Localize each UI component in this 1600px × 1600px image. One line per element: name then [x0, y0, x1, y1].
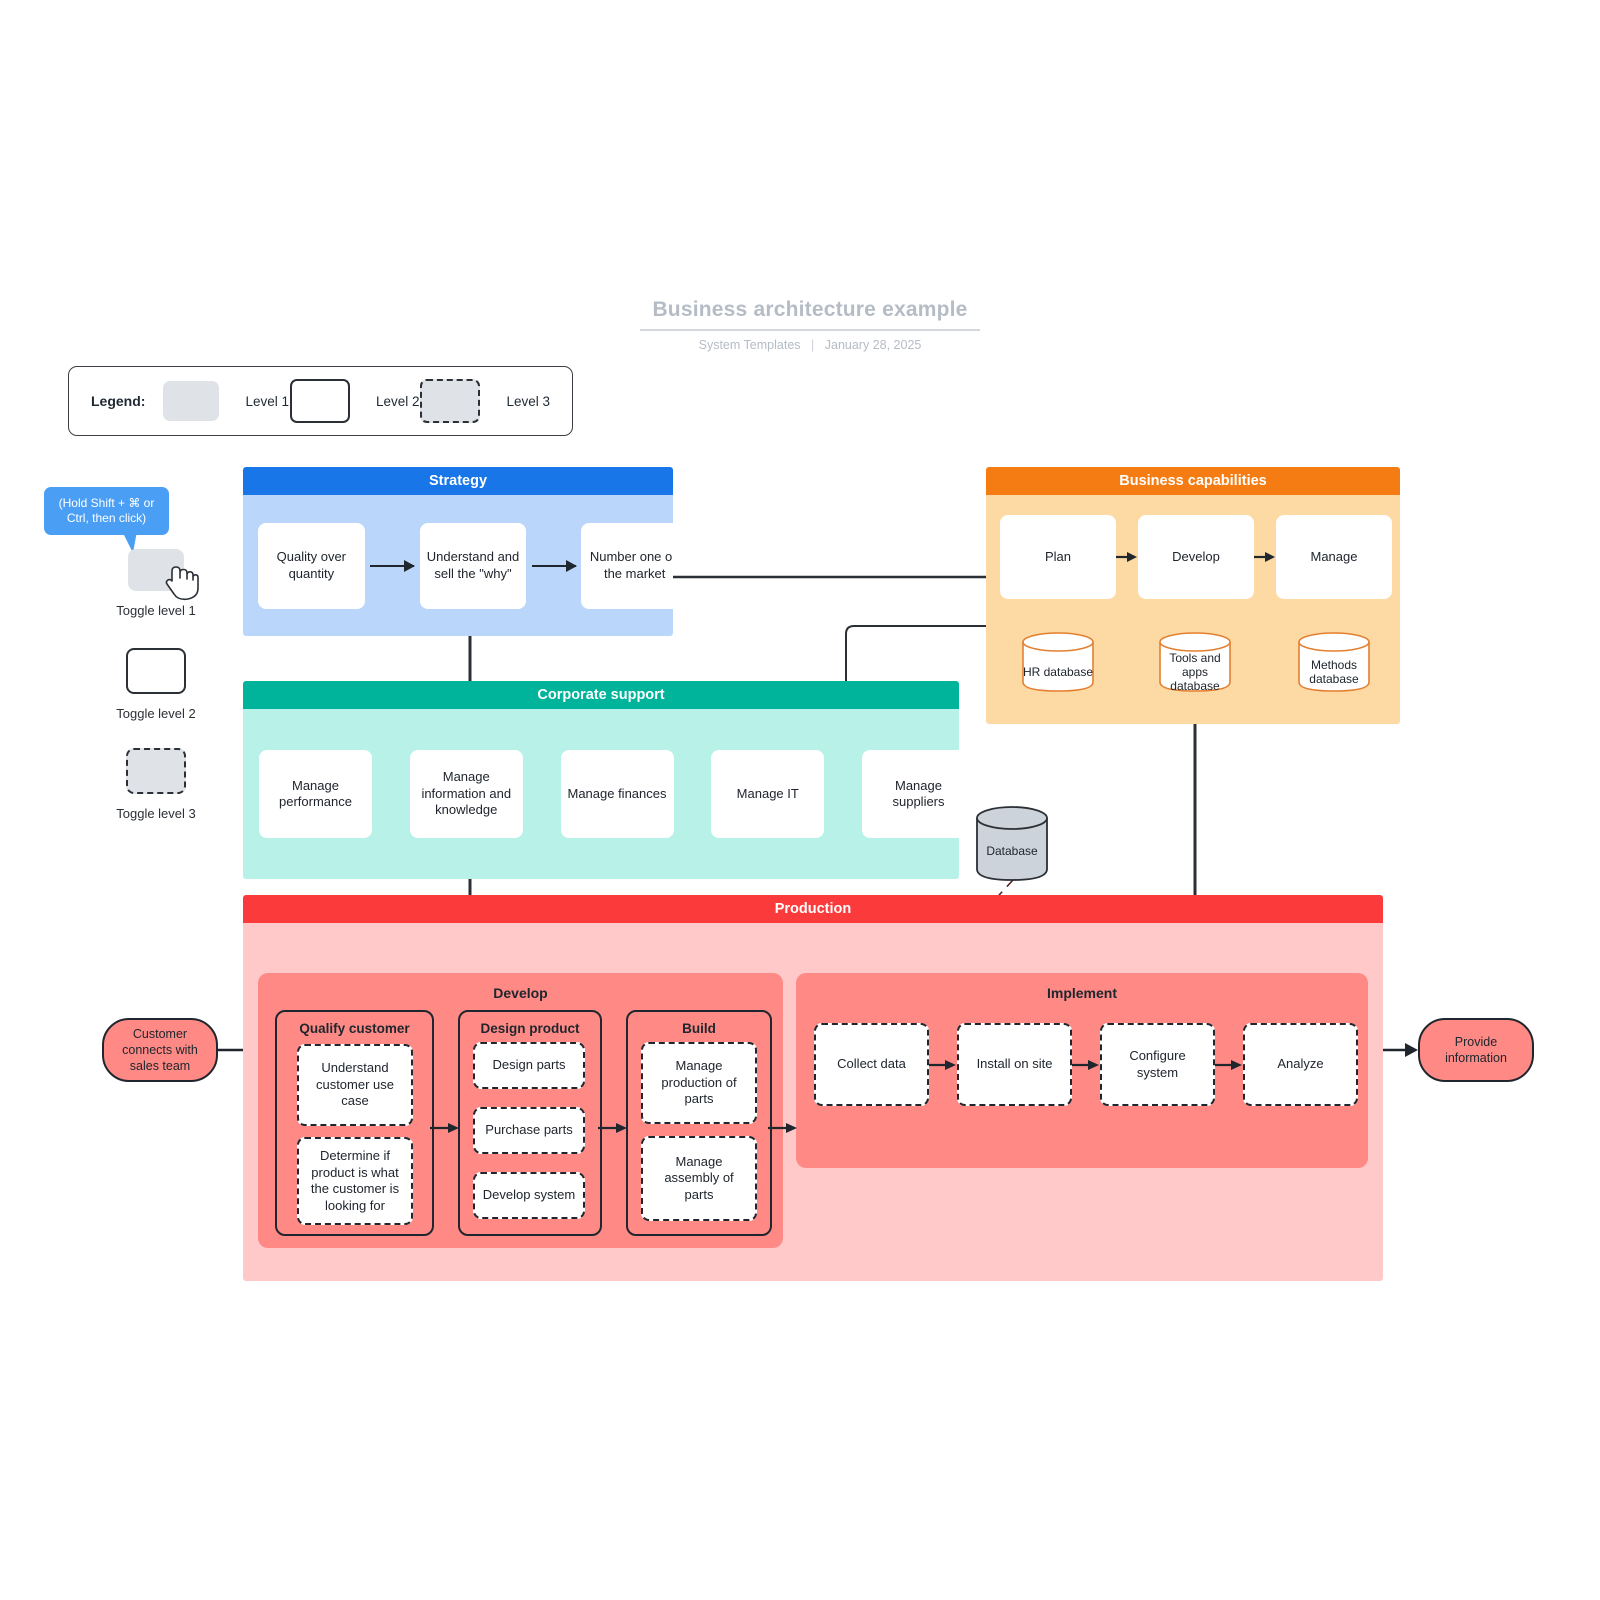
pill-customer-connects[interactable]: Customer connects with sales team: [102, 1018, 218, 1082]
arrow-develop-implement: [768, 1123, 797, 1133]
database-standalone[interactable]: Database: [975, 805, 1049, 883]
title-block: Business architecture example System Tem…: [640, 298, 980, 352]
toggle-level-3-label: Toggle level 3: [116, 806, 196, 821]
page-title: Business architecture example: [640, 298, 980, 331]
node-plan[interactable]: Plan: [1000, 515, 1116, 599]
toggle-level-1[interactable]: Toggle level 1: [81, 549, 231, 618]
node-analyze[interactable]: Analyze: [1243, 1023, 1358, 1106]
node-manage-production-of-parts[interactable]: Manage production of parts: [641, 1042, 757, 1124]
arrow-bizcap-1: [1116, 552, 1137, 562]
panel-strategy-title: Strategy: [243, 467, 673, 495]
arrow-implement-2: [1072, 1060, 1099, 1070]
node-install-on-site[interactable]: Install on site: [957, 1023, 1072, 1106]
node-collect-data[interactable]: Collect data: [814, 1023, 929, 1106]
node-purchase-parts[interactable]: Purchase parts: [473, 1107, 585, 1154]
pill-provide-information[interactable]: Provide information: [1418, 1018, 1534, 1082]
toggle-level-2-label: Toggle level 2: [116, 706, 196, 721]
node-manage[interactable]: Manage: [1276, 515, 1392, 599]
legend-label: Legend:: [91, 393, 146, 409]
hand-cursor-icon: [165, 566, 199, 601]
group-develop-title: Develop: [493, 985, 548, 1001]
group-implement-title: Implement: [1046, 985, 1117, 1001]
panel-production[interactable]: Production Develop Qualify customer Unde…: [243, 895, 1383, 1281]
diagram-canvas: Business architecture example System Tem…: [0, 0, 1600, 1600]
arrow-qualify-design: [430, 1123, 459, 1133]
database-tools-apps-label: Tools and apps database: [1169, 651, 1221, 693]
node-manage-assembly-of-parts[interactable]: Manage assembly of parts: [641, 1136, 757, 1221]
document-meta: System Templates | January 28, 2025: [640, 338, 980, 352]
node-manage-it[interactable]: Manage IT: [711, 750, 825, 838]
panel-production-title: Production: [243, 895, 1383, 923]
node-quality-over-quantity[interactable]: Quality over quantity: [258, 522, 365, 609]
database-methods-label: Methods database: [1309, 658, 1359, 686]
panel-strategy[interactable]: Strategy Quality over quantity Understan…: [243, 467, 673, 636]
legend-swatch-level-3: [420, 379, 481, 423]
node-understand-customer-use-case[interactable]: Understand customer use case: [297, 1044, 413, 1126]
subgroup-design-product-title: Design product: [480, 1021, 580, 1036]
legend-text-level-1: Level 1: [245, 393, 289, 409]
legend-swatch-level-1: [163, 381, 220, 421]
toggle-level-1-swatch[interactable]: [128, 549, 199, 601]
toggle-tooltip: (Hold Shift + ⌘ or Ctrl, then click): [44, 487, 169, 553]
document-date: January 28, 2025: [824, 338, 922, 352]
toggle-level-1-label: Toggle level 1: [116, 603, 196, 618]
node-number-one-on-market[interactable]: Number one on the market: [581, 522, 673, 609]
subgroup-design-product[interactable]: Design product Design parts Purchase par…: [458, 1010, 602, 1236]
legend-swatch-level-2: [289, 379, 350, 423]
node-configure-system[interactable]: Configure system: [1100, 1023, 1215, 1106]
arrow-implement-3: [1215, 1060, 1242, 1070]
node-develop[interactable]: Develop: [1138, 515, 1254, 599]
legend-text-level-2: Level 2: [375, 393, 420, 409]
toggle-level-3[interactable]: Toggle level 3: [81, 748, 231, 821]
toggle-level-2-swatch[interactable]: [126, 648, 186, 694]
group-implement[interactable]: Implement Collect data Install on site C…: [796, 973, 1368, 1168]
node-manage-information-knowledge[interactable]: Manage information and knowledge: [409, 750, 523, 838]
panel-strategy-body: Quality over quantity Understand and sel…: [243, 495, 673, 636]
node-develop-system[interactable]: Develop system: [473, 1172, 585, 1219]
node-manage-suppliers[interactable]: Manage suppliers: [862, 750, 959, 838]
panel-business-capabilities[interactable]: Business capabilities Plan Develop Manag…: [986, 467, 1400, 724]
subgroup-qualify-customer[interactable]: Qualify customer Understand customer use…: [275, 1010, 434, 1236]
panel-corporate-support-body: Manage performance Manage information an…: [243, 709, 959, 879]
legend-text-level-3: Level 3: [506, 393, 550, 409]
panel-business-capabilities-body: Plan Develop Manage HR database Tools an…: [986, 495, 1400, 724]
arrow-strategy-2: [526, 523, 581, 609]
toggle-level-3-swatch[interactable]: [126, 748, 186, 794]
node-manage-finances[interactable]: Manage finances: [560, 750, 674, 838]
panel-corporate-support-title: Corporate support: [243, 681, 959, 709]
node-manage-performance[interactable]: Manage performance: [259, 750, 372, 838]
panel-production-body: Develop Qualify customer Understand cust…: [243, 923, 1383, 1281]
arrowhead-analyze-provide: [1405, 1043, 1418, 1057]
database-standalone-label: Database: [986, 844, 1038, 858]
subgroup-build[interactable]: Build Manage production of parts Manage …: [626, 1010, 772, 1236]
node-design-parts[interactable]: Design parts: [473, 1042, 585, 1089]
arrow-design-build: [598, 1123, 627, 1133]
arrow-implement-1: [929, 1060, 956, 1070]
arrow-strategy-1: [365, 523, 420, 609]
database-hr[interactable]: HR database: [1021, 631, 1095, 693]
database-methods[interactable]: Methods database: [1297, 631, 1371, 693]
legend: Legend: Level 1 Level 2 Level 3: [68, 366, 573, 436]
database-hr-label: HR database: [1022, 665, 1094, 679]
panel-business-capabilities-title: Business capabilities: [986, 467, 1400, 495]
connector-corporate-bizcap: [845, 625, 986, 681]
subgroup-qualify-customer-title: Qualify customer: [299, 1021, 410, 1036]
toggle-level-2[interactable]: Toggle level 2: [81, 648, 231, 721]
document-author: System Templates: [698, 338, 801, 352]
subgroup-build-title: Build: [682, 1021, 716, 1036]
node-determine-product-fit[interactable]: Determine if product is what the custome…: [297, 1137, 413, 1225]
arrow-bizcap-2: [1254, 552, 1275, 562]
database-tools-apps[interactable]: Tools and apps database: [1158, 631, 1232, 693]
node-understand-and-sell-why[interactable]: Understand and sell the "why": [419, 522, 527, 609]
meta-divider: |: [811, 338, 815, 352]
group-develop[interactable]: Develop Qualify customer Understand cust…: [258, 973, 783, 1248]
panel-corporate-support[interactable]: Corporate support Manage performance Man…: [243, 681, 959, 879]
